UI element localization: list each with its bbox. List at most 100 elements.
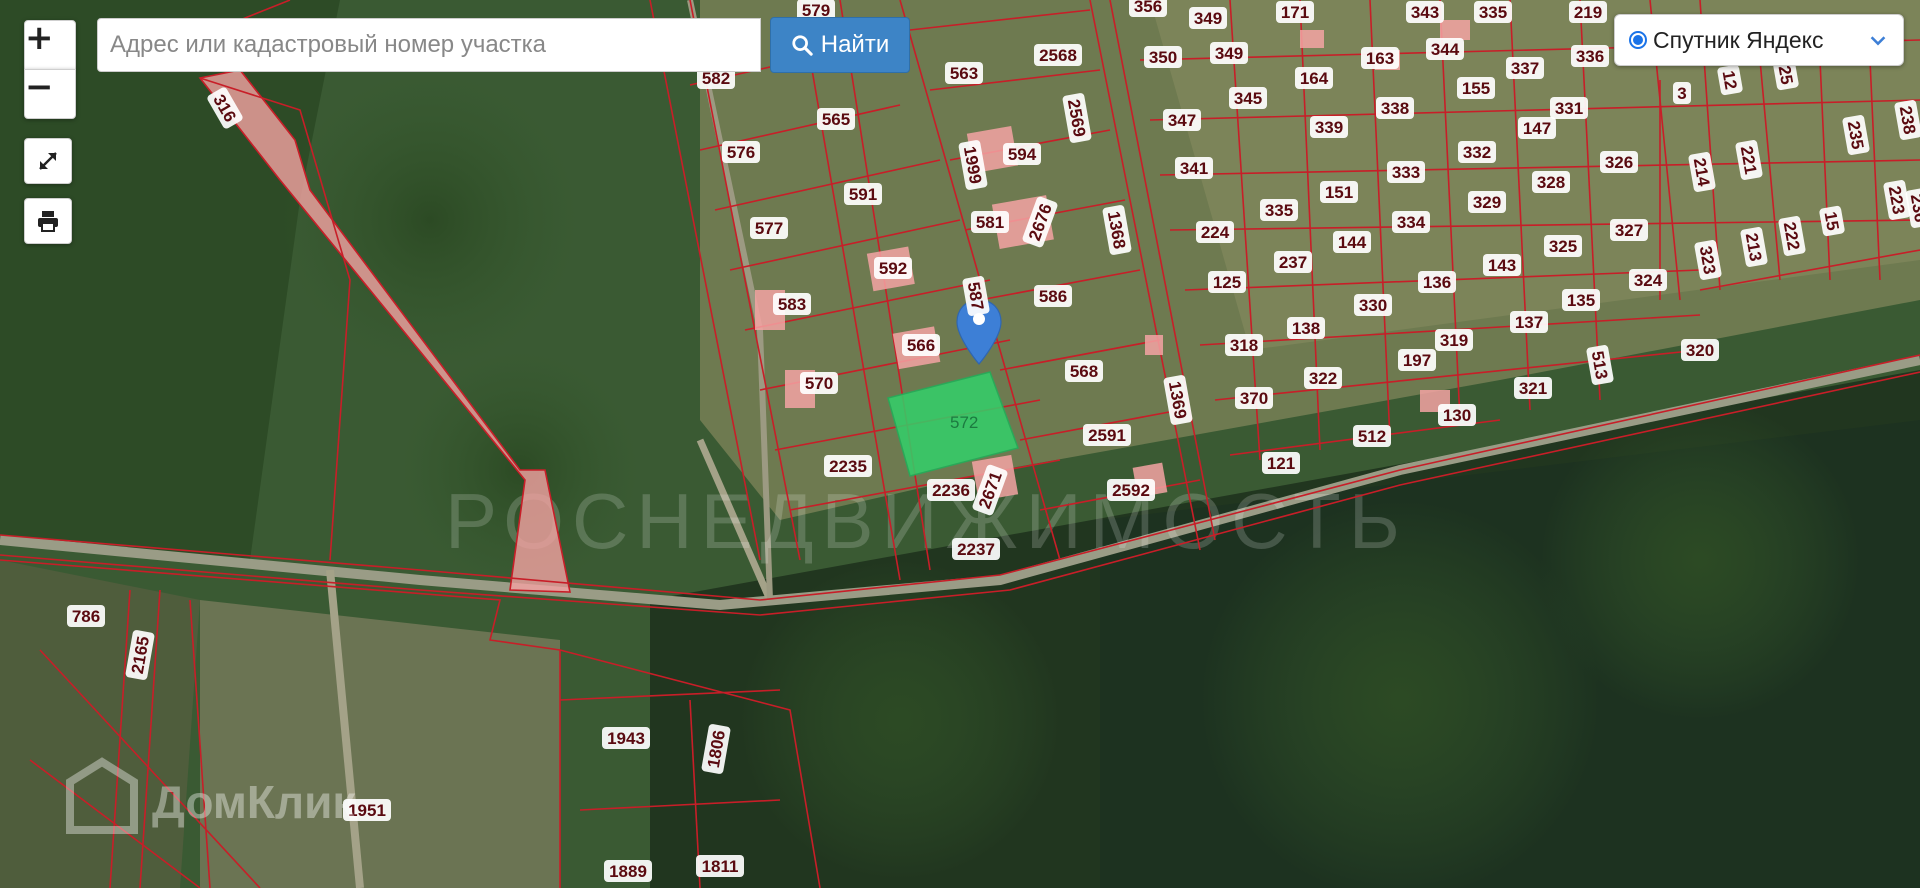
parcel-label[interactable]: 121 — [1262, 452, 1300, 474]
parcel-label[interactable]: 328 — [1532, 171, 1570, 193]
parcel-label[interactable]: 338 — [1376, 97, 1414, 119]
parcel-label[interactable]: 327 — [1610, 219, 1648, 241]
parcel-label[interactable]: 219 — [1569, 1, 1607, 23]
parcel-label[interactable]: 143 — [1483, 254, 1521, 276]
parcel-number: 581 — [976, 213, 1004, 232]
parcel-label[interactable]: 344 — [1426, 38, 1464, 60]
parcel-label[interactable]: 333 — [1387, 161, 1425, 183]
parcel-label[interactable]: 568 — [1065, 360, 1103, 382]
parcel-label[interactable]: 164 — [1295, 67, 1333, 89]
parcel-label[interactable]: 1943 — [602, 727, 650, 749]
plus-icon: + — [25, 20, 54, 58]
parcel-label[interactable]: 565 — [817, 108, 855, 130]
parcel-label[interactable]: 586 — [1034, 285, 1072, 307]
parcel-label[interactable]: 563 — [945, 62, 983, 84]
parcel-number: 594 — [1008, 145, 1037, 164]
parcel-label[interactable]: 356 — [1129, 0, 1167, 17]
parcel-label[interactable]: 155 — [1457, 77, 1495, 99]
parcel-label[interactable]: 349 — [1210, 42, 1248, 64]
parcel-label[interactable]: 331 — [1550, 97, 1588, 119]
parcel-label[interactable]: 350 — [1144, 46, 1182, 68]
parcel-label[interactable]: 339 — [1310, 116, 1348, 138]
parcel-label[interactable]: 224 — [1196, 221, 1234, 243]
parcel-label[interactable]: 566 — [902, 334, 940, 356]
parcel-label[interactable]: 135 — [1562, 289, 1600, 311]
parcel-label[interactable]: 322 — [1304, 367, 1342, 389]
parcel-number: 136 — [1423, 273, 1451, 292]
parcel-label[interactable]: 171 — [1276, 1, 1314, 23]
parcel-label[interactable]: 347 — [1163, 109, 1201, 131]
parcel-label[interactable]: 343 — [1406, 1, 1444, 23]
printer-icon — [38, 211, 58, 232]
parcel-label[interactable]: 325 — [1544, 235, 1582, 257]
parcel-label[interactable]: 512 — [1353, 425, 1391, 447]
parcel-label[interactable]: 163 — [1361, 47, 1399, 69]
map-canvas[interactable]: РОСНЕДВИЖИМОСТЬ 572 579582 5632568256956… — [0, 0, 1920, 888]
parcel-label[interactable]: 330 — [1354, 294, 1392, 316]
parcel-label[interactable]: 335 — [1260, 199, 1298, 221]
parcel-label[interactable]: 345 — [1229, 87, 1267, 109]
parcel-number: 138 — [1292, 319, 1320, 338]
parcel-label[interactable]: 594 — [1003, 143, 1041, 165]
parcel-label[interactable]: 592 — [874, 257, 912, 279]
parcel-label[interactable]: 581 — [971, 211, 1009, 233]
parcel-label[interactable]: 1811 — [696, 855, 744, 877]
parcel-label[interactable]: 321 — [1514, 377, 1552, 399]
parcel-label[interactable]: 334 — [1392, 211, 1430, 233]
zoom-out-button[interactable]: − — [24, 69, 76, 119]
parcel-number: 591 — [849, 185, 877, 204]
parcel-label[interactable]: 136 — [1418, 271, 1456, 293]
parcel-label[interactable]: 237 — [1274, 251, 1312, 273]
parcel-number: 15 — [1821, 210, 1843, 232]
parcel-label[interactable]: 130 — [1438, 404, 1476, 426]
parcel-label[interactable]: 349 — [1189, 7, 1227, 29]
minus-icon: − — [25, 69, 54, 107]
parcel-label[interactable]: 332 — [1458, 141, 1496, 163]
parcel-label[interactable]: 577 — [750, 217, 788, 239]
zoom-in-button[interactable]: + — [24, 20, 76, 70]
search-input[interactable] — [97, 18, 761, 72]
parcel-label[interactable]: 197 — [1398, 349, 1436, 371]
parcel-label[interactable]: 3 — [1673, 82, 1691, 104]
parcel-label[interactable]: 320 — [1681, 339, 1719, 361]
parcel-label[interactable]: 335 — [1474, 1, 1512, 23]
parcel-label[interactable]: 570 — [800, 372, 838, 394]
parcel-label[interactable]: 2568 — [1034, 44, 1082, 66]
parcel-label[interactable]: 137 — [1510, 311, 1548, 333]
parcel-label[interactable]: 2591 — [1083, 424, 1131, 446]
parcel-label[interactable]: 151 — [1320, 181, 1358, 203]
parcel-label[interactable]: 591 — [844, 183, 882, 205]
parcel-label[interactable]: 324 — [1629, 269, 1667, 291]
parcel-label[interactable]: 2236 — [927, 479, 975, 501]
map-layer-select[interactable]: Спутник Яндекс — [1614, 14, 1904, 66]
parcel-label[interactable]: 318 — [1225, 334, 1263, 356]
parcel-number: 326 — [1605, 153, 1633, 172]
parcel-label[interactable]: 786 — [67, 605, 105, 627]
parcel-number: 155 — [1462, 79, 1490, 98]
parcel-number: 1943 — [607, 729, 645, 748]
fullscreen-button[interactable] — [24, 138, 72, 184]
parcel-label[interactable]: 337 — [1506, 57, 1544, 79]
print-button[interactable] — [24, 198, 72, 244]
parcel-label[interactable]: 2592 — [1107, 479, 1155, 501]
parcel-label[interactable]: 583 — [773, 293, 811, 315]
parcel-label[interactable]: 341 — [1175, 157, 1213, 179]
parcel-label[interactable]: 138 — [1287, 317, 1325, 339]
parcel-label[interactable]: 1889 — [604, 860, 652, 882]
parcel-label[interactable]: 329 — [1468, 191, 1506, 213]
parcel-label[interactable]: 125 — [1208, 271, 1246, 293]
parcel-number: 336 — [1576, 47, 1604, 66]
parcel-number: 147 — [1523, 119, 1551, 138]
parcel-label[interactable]: 370 — [1235, 387, 1273, 409]
parcel-label[interactable]: 576 — [722, 141, 760, 163]
parcel-label[interactable]: 2235 — [824, 455, 872, 477]
parcel-number: 163 — [1366, 49, 1394, 68]
parcel-label[interactable]: 2237 — [952, 538, 1000, 560]
parcel-number: 330 — [1359, 296, 1387, 315]
parcel-label[interactable]: 147 — [1518, 117, 1556, 139]
parcel-label[interactable]: 326 — [1600, 151, 1638, 173]
parcel-label[interactable]: 144 — [1333, 231, 1371, 253]
search-button[interactable]: Найти — [770, 17, 910, 73]
parcel-label[interactable]: 336 — [1571, 45, 1609, 67]
parcel-label[interactable]: 319 — [1435, 329, 1473, 351]
